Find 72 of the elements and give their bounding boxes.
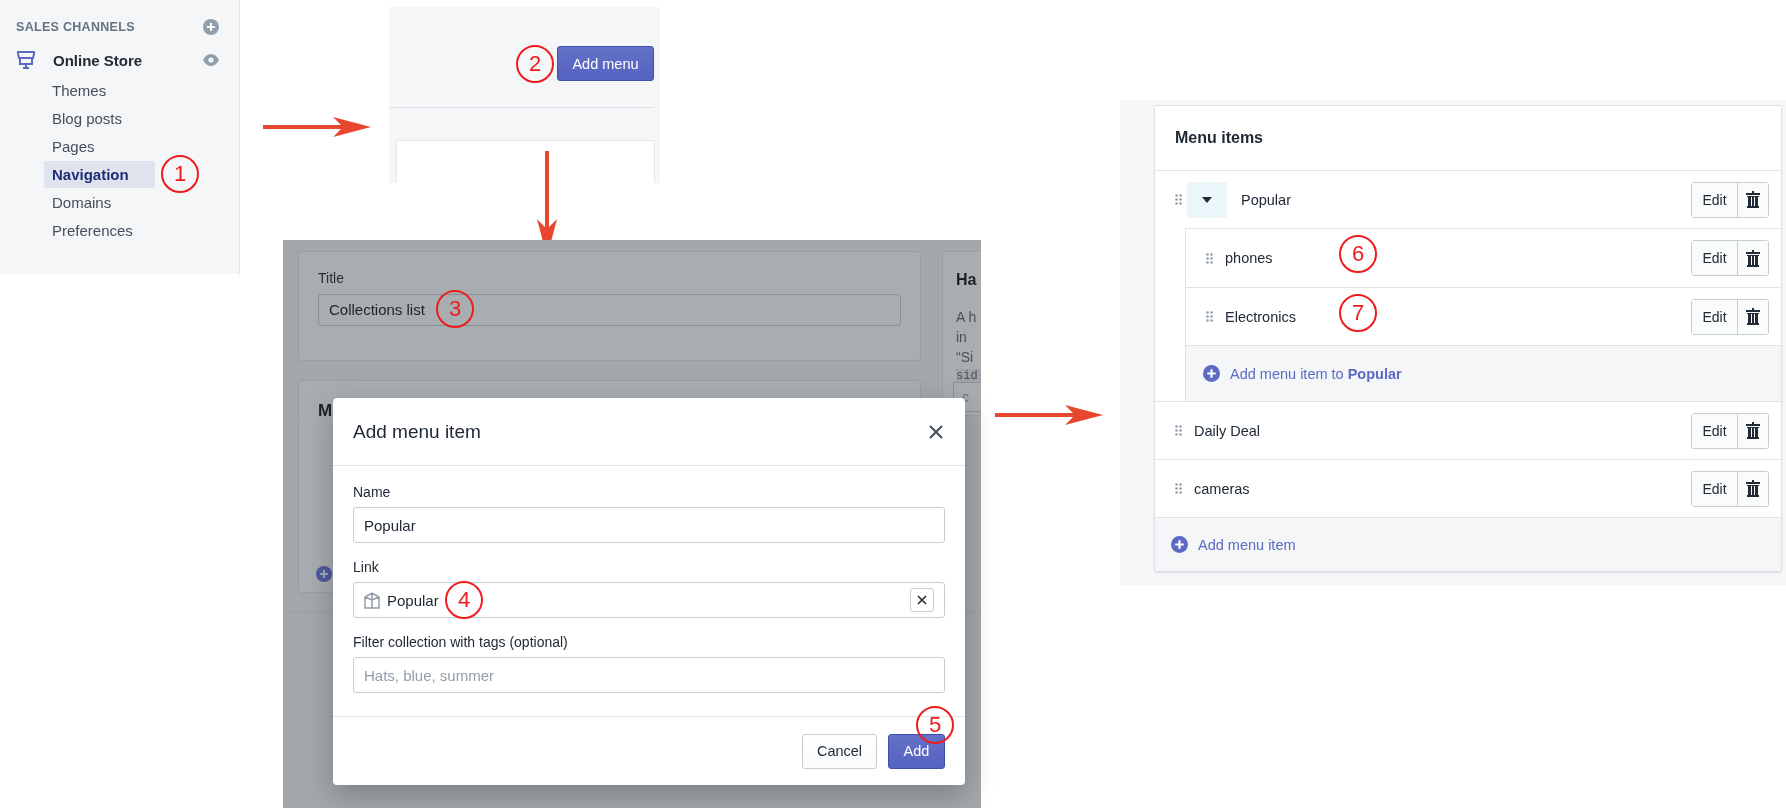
- input-field[interactable]: Hats, blue, summer: [353, 657, 945, 693]
- menu-item-name: phones: [1225, 250, 1273, 266]
- caret-icon: [1202, 196, 1212, 203]
- add-child-link[interactable]: Add menu item to Popular: [1230, 365, 1402, 382]
- channel-name[interactable]: Online Store: [53, 51, 143, 69]
- cancel-button[interactable]: Cancel: [802, 733, 877, 769]
- collection-icon: [364, 591, 381, 609]
- step-number: 2: [516, 45, 554, 83]
- trash-icon: [1746, 249, 1760, 267]
- sidebar-item[interactable]: Pages: [44, 132, 155, 160]
- delete-button[interactable]: [1738, 413, 1768, 448]
- card-title: Ha: [956, 271, 978, 289]
- store-icon: [16, 50, 36, 70]
- field-label: Filter collection with tags (optional): [353, 634, 569, 650]
- edit-button[interactable]: Edit: [1692, 241, 1738, 275]
- add-button[interactable]: Add: [888, 733, 945, 769]
- sidebar-item[interactable]: Themes: [44, 76, 155, 104]
- clear-button[interactable]: [910, 588, 934, 612]
- section-title: SALES CHANNELS: [16, 20, 135, 34]
- drag-handle-icon[interactable]: [1175, 483, 1182, 494]
- trash-icon: [1746, 480, 1760, 497]
- trash-icon: [1746, 308, 1760, 325]
- menu-item-name: cameras: [1194, 480, 1250, 497]
- drag-handle-icon[interactable]: [1206, 311, 1213, 322]
- drag-handle-icon[interactable]: [1206, 252, 1213, 264]
- field-label: Title: [318, 270, 345, 286]
- dialog-title: Add menu item: [353, 420, 481, 443]
- eye-icon[interactable]: [203, 54, 219, 66]
- step-number: 3: [436, 290, 474, 328]
- add-icon: [316, 566, 332, 582]
- field-label: Link: [353, 559, 380, 575]
- add-icon[interactable]: [1171, 536, 1188, 553]
- drag-handle-icon[interactable]: [1175, 425, 1182, 436]
- menu-item-name: Popular: [1241, 191, 1291, 208]
- field-label: Name: [353, 484, 392, 500]
- sidebar-item[interactable]: Navigation: [44, 160, 155, 188]
- sidebar-item[interactable]: Blog posts: [44, 104, 155, 132]
- drag-handle-icon[interactable]: [1175, 194, 1182, 205]
- step-number: 7: [1339, 294, 1377, 332]
- add-menu-button[interactable]: Add menu: [557, 46, 654, 81]
- menu-item-name: Daily Deal: [1194, 422, 1261, 439]
- delete-button[interactable]: [1738, 182, 1768, 217]
- delete-button[interactable]: [1738, 299, 1768, 334]
- help-text: “Si: [956, 348, 975, 367]
- card-title: M: [318, 401, 333, 421]
- step-number: 4: [445, 581, 483, 619]
- edit-button[interactable]: Edit: [1692, 182, 1738, 217]
- menu-item-name: Electronics: [1225, 308, 1296, 325]
- sidebar-item[interactable]: Preferences: [44, 216, 155, 244]
- step-number: 5: [916, 706, 954, 744]
- help-text: in: [956, 328, 968, 347]
- trash-icon: [1746, 191, 1760, 208]
- link-value: Popular: [387, 591, 439, 609]
- edit-button[interactable]: Edit: [1692, 413, 1738, 448]
- edit-button[interactable]: Edit: [1692, 471, 1738, 506]
- trash-icon: [1746, 422, 1760, 439]
- delete-button[interactable]: [1738, 241, 1768, 275]
- card-title: Menu items: [1175, 129, 1263, 147]
- step-number: 6: [1339, 235, 1377, 273]
- help-text: A h: [956, 308, 978, 327]
- edit-button[interactable]: Edit: [1692, 299, 1738, 334]
- close-icon: [917, 595, 927, 605]
- code-text: sid: [956, 369, 981, 383]
- input-field[interactable]: Popular: [353, 507, 945, 543]
- close-icon[interactable]: [929, 424, 943, 439]
- sidebar-item[interactable]: Domains: [44, 188, 155, 216]
- add-menu-item-link[interactable]: Add menu item: [1198, 536, 1296, 553]
- delete-button[interactable]: [1738, 471, 1768, 506]
- add-icon[interactable]: [203, 19, 219, 35]
- add-icon[interactable]: [1203, 365, 1220, 382]
- expand-toggle[interactable]: [1187, 181, 1227, 218]
- step-number: 1: [161, 155, 199, 193]
